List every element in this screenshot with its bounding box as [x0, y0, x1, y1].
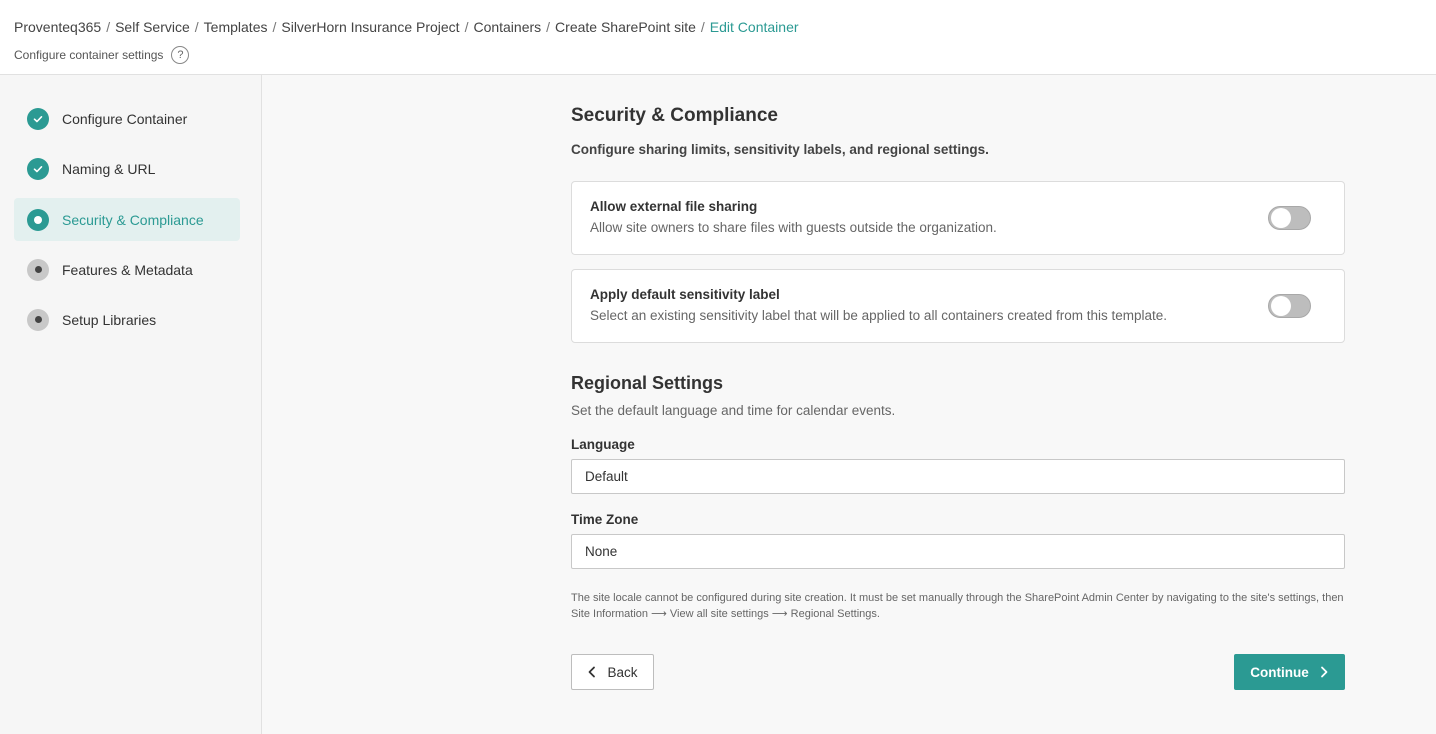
step-configure-container[interactable]: Configure Container	[14, 97, 240, 140]
section-description: Configure sharing limits, sensitivity la…	[571, 142, 989, 157]
external-sharing-card: Allow external file sharing Allow site o…	[571, 181, 1345, 255]
breadcrumb-item[interactable]: SilverHorn Insurance Project	[281, 19, 459, 35]
steps-sidebar: Configure Container Naming & URL Securit…	[0, 75, 262, 734]
help-icon[interactable]: ?	[171, 46, 190, 64]
toggle-knob	[1271, 296, 1291, 316]
step-setup-libraries[interactable]: Setup Libraries	[14, 298, 240, 341]
breadcrumb-item[interactable]: Create SharePoint site	[555, 19, 696, 35]
step-naming-url[interactable]: Naming & URL	[14, 147, 240, 190]
breadcrumb-current: Edit Container	[709, 19, 799, 35]
external-sharing-toggle[interactable]	[1268, 206, 1311, 230]
step-label: Configure Container	[62, 110, 188, 127]
back-button[interactable]: Back	[571, 654, 654, 690]
check-icon	[27, 107, 49, 130]
breadcrumb-item[interactable]: Self Service	[115, 19, 190, 35]
page-header: Proventeq365/Self Service / Templates / Silv…	[0, 0, 1436, 75]
card-title: Apply default sensitivity label	[590, 287, 780, 302]
continue-button[interactable]: Continue	[1234, 654, 1345, 690]
breadcrumb-item[interactable]: Proventeq365	[14, 19, 101, 35]
current-step-icon	[27, 208, 49, 231]
regional-settings-description: Set the default language and time for ca…	[571, 403, 896, 418]
timezone-field[interactable]: None	[571, 534, 1345, 569]
subtitle-text: Configure container settings	[14, 48, 164, 62]
locale-note: The site locale cannot be configured dur…	[571, 592, 1344, 620]
step-security-compliance[interactable]: Security & Compliance	[14, 198, 240, 241]
breadcrumb-separator: /	[464, 19, 469, 35]
pending-step-icon	[27, 258, 49, 281]
sensitivity-label-card: Apply default sensitivity label Select a…	[571, 269, 1345, 343]
toggle-knob	[1271, 208, 1291, 228]
breadcrumb-separator: /	[546, 19, 551, 35]
breadcrumb: Proventeq365/Self Service / Templates / Silv…	[14, 19, 799, 35]
page-subtitle: Configure container settings ?	[14, 46, 190, 64]
timezone-label: Time Zone	[571, 512, 639, 527]
card-description: Allow site owners to share files with gu…	[590, 220, 997, 235]
step-features-metadata[interactable]: Features & Metadata	[14, 248, 240, 291]
language-label: Language	[571, 437, 635, 452]
breadcrumb-separator: /	[194, 19, 199, 35]
language-value: Default	[585, 469, 628, 484]
chevron-right-icon	[1320, 666, 1328, 678]
step-label: Security & Compliance	[62, 211, 204, 228]
step-label: Features & Metadata	[62, 261, 193, 278]
breadcrumb-separator: /	[700, 19, 705, 35]
regional-settings-title: Regional Settings	[571, 373, 724, 393]
pending-step-icon	[27, 308, 49, 331]
step-label: Setup Libraries	[62, 311, 157, 328]
breadcrumb-separator: /	[272, 19, 277, 35]
language-field[interactable]: Default	[571, 459, 1345, 494]
timezone-value: None	[585, 544, 618, 559]
sensitivity-label-toggle[interactable]	[1268, 294, 1311, 318]
back-label: Back	[607, 664, 638, 680]
breadcrumb-item[interactable]: Containers	[473, 19, 541, 35]
card-title: Allow external file sharing	[590, 199, 758, 214]
breadcrumb-separator: /	[106, 19, 111, 35]
continue-label: Continue	[1250, 664, 1309, 680]
chevron-left-icon	[589, 666, 596, 678]
card-description: Select an existing sensitivity label tha…	[590, 308, 1168, 323]
step-label: Naming & URL	[62, 160, 156, 177]
breadcrumb-item[interactable]: Templates	[204, 19, 268, 35]
check-icon	[27, 157, 49, 180]
section-title: Security & Compliance	[571, 105, 778, 126]
